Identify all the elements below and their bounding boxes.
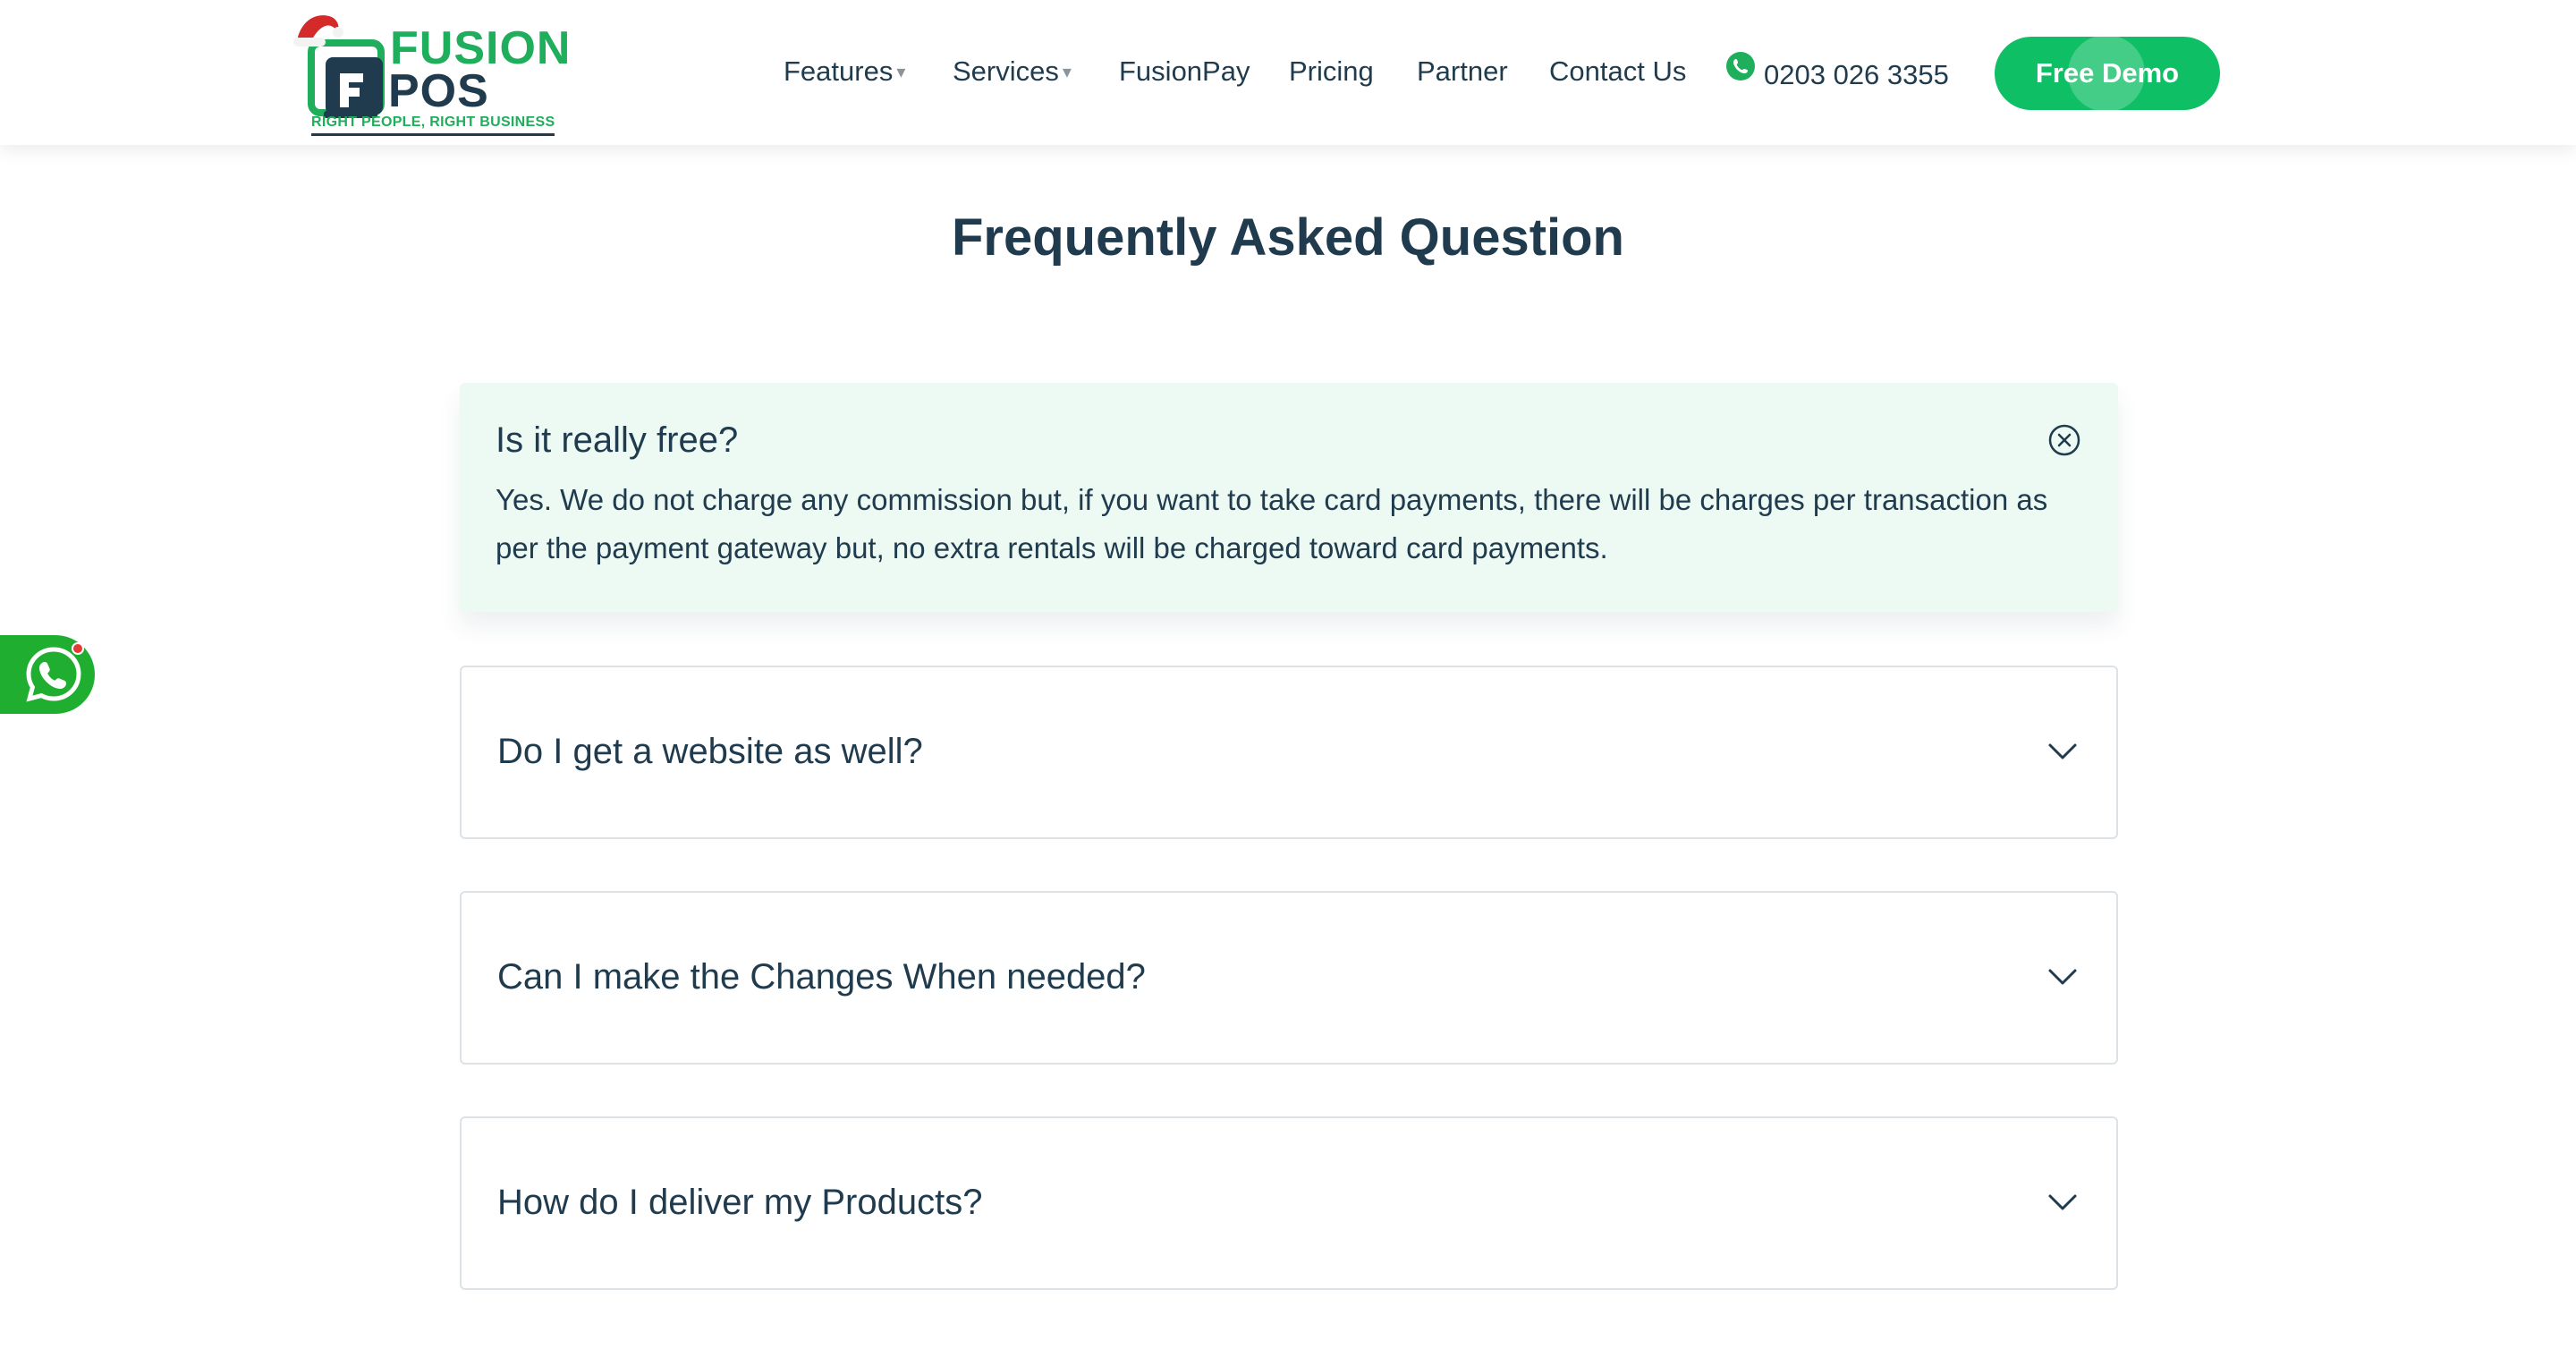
phone-icon (1726, 52, 1755, 81)
faq-question[interactable]: Do I get a website as well? (497, 726, 923, 776)
nav-item-features[interactable]: Features ▾ (784, 52, 905, 92)
caret-down-icon: ▾ (896, 63, 906, 82)
notification-dot (72, 642, 84, 655)
faq-question[interactable]: Is it really free? (496, 415, 738, 465)
phone-link[interactable]: 0203 026 3355 (1726, 52, 1949, 95)
chevron-down-icon[interactable] (2045, 959, 2080, 995)
free-demo-label: Free Demo (2035, 57, 2180, 89)
faq-title: Frequently Asked Question (952, 208, 1624, 267)
chevron-down-icon[interactable] (2045, 734, 2080, 769)
phone-number: 0203 026 3355 (1764, 59, 1949, 90)
caret-down-icon: ▾ (1062, 63, 1072, 82)
faq-item-deliver-products[interactable]: How do I deliver my Products? (460, 1116, 2118, 1290)
faq-answer: Yes. We do not charge any commission but… (496, 483, 2048, 564)
free-demo-button[interactable]: Free Demo (1995, 37, 2220, 110)
nav-item-label: Features (784, 55, 894, 87)
whatsapp-chat-button[interactable] (0, 635, 95, 714)
faq-item-make-changes[interactable]: Can I make the Changes When needed? (460, 891, 2118, 1065)
faq-item-website[interactable]: Do I get a website as well? (460, 666, 2118, 839)
nav-item-contact-us[interactable]: Contact Us (1549, 52, 1686, 91)
close-circle-icon[interactable] (2046, 422, 2082, 458)
faq-item-is-it-really-free[interactable]: Is it really free? Yes. We do not charge… (460, 383, 2118, 612)
faq-question[interactable]: Can I make the Changes When needed? (497, 952, 1146, 1002)
nav-item-services[interactable]: Services ▾ (953, 52, 1072, 92)
main-nav: Features ▾ Services ▾ FusionPay Pricing Pa… (0, 0, 2576, 145)
nav-item-fusionpay[interactable]: FusionPay (1119, 52, 1250, 91)
chevron-down-icon[interactable] (2045, 1184, 2080, 1220)
nav-item-label: Services (953, 55, 1059, 87)
faq-question[interactable]: How do I deliver my Products? (497, 1177, 982, 1227)
nav-item-pricing[interactable]: Pricing (1289, 52, 1374, 91)
site-header: FUSION POS RIGHT PEOPLE, RIGHT BUSINESS … (0, 0, 2576, 145)
nav-item-partner[interactable]: Partner (1417, 52, 1508, 91)
